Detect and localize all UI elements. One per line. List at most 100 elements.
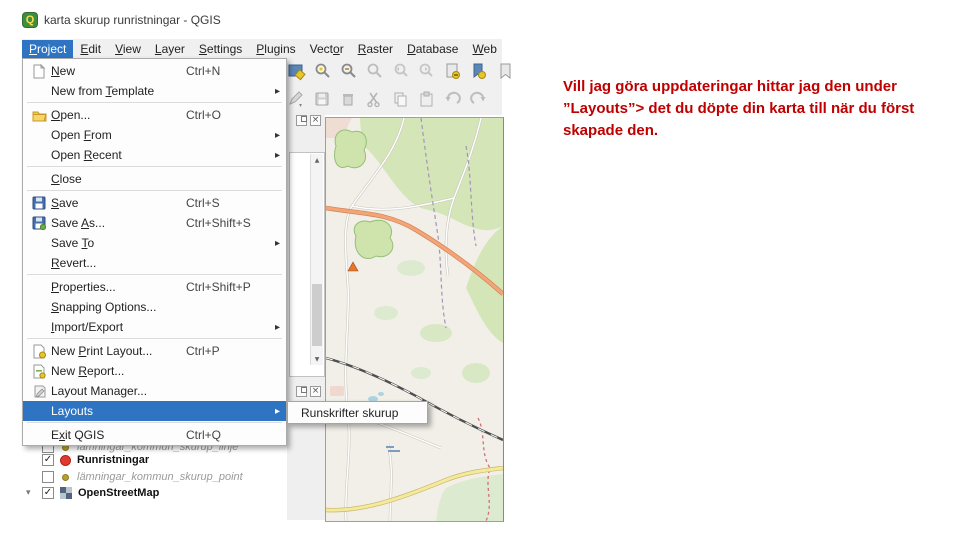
menubar-database[interactable]: Database bbox=[400, 40, 465, 58]
close-panel-icon[interactable]: × bbox=[310, 386, 321, 397]
save-icon bbox=[27, 195, 51, 211]
float-panel-icon[interactable] bbox=[296, 386, 307, 397]
vertex-tool-icon[interactable] bbox=[286, 89, 307, 110]
layer-label: Runristningar bbox=[77, 454, 150, 466]
menu-item-new-from-template[interactable]: New from Template ▸ bbox=[23, 81, 286, 101]
layout-manager-icon bbox=[27, 383, 51, 399]
menu-item-new-print-layout[interactable]: New Print Layout... Ctrl+P bbox=[23, 341, 286, 361]
cut-features-icon[interactable] bbox=[364, 89, 385, 110]
layer-checkbox[interactable]: ✓ bbox=[42, 454, 54, 466]
print-layout-icon bbox=[27, 343, 51, 359]
menu-item-save-to[interactable]: Save To ▸ bbox=[23, 233, 286, 253]
menubar-project[interactable]: Project bbox=[22, 39, 74, 58]
submenu-arrow-icon: ▸ bbox=[274, 85, 280, 97]
raster-layer-icon bbox=[60, 487, 72, 499]
layer-row-runristningar[interactable]: ✓ Runristningar bbox=[42, 454, 149, 466]
layer-row-lamningar-point[interactable]: lämningar_kommun_skurup_point bbox=[42, 471, 243, 483]
menu-item-properties[interactable]: Properties... Ctrl+Shift+P bbox=[23, 277, 286, 297]
delete-selected-icon[interactable] bbox=[338, 89, 359, 110]
menu-item-shortcut: Ctrl+S bbox=[186, 196, 220, 210]
zoom-native-icon[interactable] bbox=[364, 61, 385, 82]
browser-scrollbar[interactable]: ▲ ▼ bbox=[310, 154, 323, 365]
menu-item-open-from[interactable]: Open From ▸ bbox=[23, 125, 286, 145]
show-bookmarks-icon[interactable] bbox=[468, 61, 489, 82]
menubar-raster[interactable]: Raster bbox=[351, 40, 400, 58]
zoom-out-icon[interactable] bbox=[338, 61, 359, 82]
float-panel-icon[interactable] bbox=[296, 115, 307, 126]
new-bookmark-icon[interactable] bbox=[442, 61, 463, 82]
menu-item-new[interactable]: New Ctrl+N bbox=[23, 61, 286, 81]
menu-item-shortcut: Ctrl+Shift+S bbox=[186, 216, 251, 230]
menubar-plugins[interactable]: Plugins bbox=[249, 40, 302, 58]
zoom-last-icon[interactable] bbox=[390, 61, 411, 82]
browser-tree[interactable]: ▲ ▼ bbox=[289, 152, 325, 377]
menubar-edit[interactable]: Edit bbox=[73, 40, 108, 58]
scrollbar-thumb[interactable] bbox=[312, 284, 322, 346]
project-menu: New Ctrl+N New from Template ▸ Open... Ctrl… bbox=[22, 58, 287, 446]
menu-item-import-export[interactable]: Import/Export ▸ bbox=[23, 317, 286, 337]
menu-item-save[interactable]: Save Ctrl+S bbox=[23, 193, 286, 213]
layer-row-openstreetmap[interactable]: ▾ ✓ OpenStreetMap bbox=[26, 487, 159, 499]
zoom-in-icon[interactable] bbox=[312, 61, 333, 82]
menu-item-label: Open From bbox=[51, 128, 112, 142]
menu-item-layout-manager[interactable]: Layout Manager... bbox=[23, 381, 286, 401]
redo-icon[interactable] bbox=[468, 89, 489, 110]
menubar-layer[interactable]: Layer bbox=[148, 40, 192, 58]
open-folder-icon bbox=[27, 107, 51, 123]
menu-item-snapping-options[interactable]: Snapping Options... bbox=[23, 297, 286, 317]
zoom-next-icon[interactable] bbox=[416, 61, 437, 82]
menu-item-label: Open... bbox=[51, 108, 91, 122]
menu-item-exit-qgis[interactable]: Exit QGIS Ctrl+Q bbox=[23, 425, 286, 445]
menu-item-label: Exit QGIS bbox=[51, 428, 105, 442]
paste-features-icon[interactable] bbox=[416, 89, 437, 110]
menu-item-label: New Print Layout... bbox=[51, 344, 153, 358]
menu-item-new-report[interactable]: New Report... bbox=[23, 361, 286, 381]
menu-item-revert[interactable]: Revert... bbox=[23, 253, 286, 273]
menu-item-save-as[interactable]: Save As... Ctrl+Shift+S bbox=[23, 213, 286, 233]
menu-separator bbox=[27, 338, 282, 339]
menu-item-shortcut: Ctrl+Shift+P bbox=[186, 280, 251, 294]
menu-separator bbox=[27, 274, 282, 275]
layouts-submenu: Runskrifter skurup bbox=[287, 401, 428, 424]
save-as-icon bbox=[27, 215, 51, 231]
layer-swatch bbox=[62, 473, 69, 481]
menu-item-label: Layouts bbox=[51, 404, 94, 418]
scroll-down-icon[interactable]: ▼ bbox=[311, 353, 323, 365]
layer-checkbox[interactable] bbox=[42, 471, 54, 483]
menu-item-label: Properties... bbox=[51, 280, 116, 294]
menu-item-label: Layout Manager... bbox=[51, 384, 148, 398]
menu-item-open-recent[interactable]: Open Recent ▸ bbox=[23, 145, 286, 165]
menubar-vector[interactable]: Vector bbox=[303, 40, 351, 58]
report-icon bbox=[27, 363, 51, 379]
copy-features-icon[interactable] bbox=[390, 89, 411, 110]
save-edits-icon[interactable] bbox=[312, 89, 333, 110]
browser-panel-strip: × ▲ ▼ × bbox=[287, 112, 325, 520]
menu-item-close[interactable]: Close bbox=[23, 169, 286, 189]
titlebar: Q karta skurup runristningar - QGIS bbox=[22, 10, 221, 30]
layer-label: lämningar_kommun_skurup_point bbox=[77, 471, 243, 483]
scroll-up-icon[interactable]: ▲ bbox=[311, 154, 323, 166]
menu-item-label: New from Template bbox=[51, 84, 155, 98]
submenu-arrow-icon: ▸ bbox=[274, 149, 280, 161]
layer-checkbox[interactable]: ✓ bbox=[42, 487, 54, 499]
submenu-arrow-icon: ▸ bbox=[274, 321, 280, 333]
undo-icon[interactable] bbox=[442, 89, 463, 110]
menu-item-shortcut: Ctrl+Q bbox=[186, 428, 222, 442]
menu-separator bbox=[27, 166, 282, 167]
osm-basemap bbox=[325, 117, 505, 522]
submenu-item-runskrifter-skurup[interactable]: Runskrifter skurup bbox=[301, 406, 398, 420]
map-canvas[interactable] bbox=[325, 117, 505, 522]
layer-label: OpenStreetMap bbox=[78, 487, 160, 499]
bookmark-manager-icon[interactable] bbox=[494, 61, 515, 82]
menu-item-shortcut: Ctrl+P bbox=[186, 344, 220, 358]
new-file-icon bbox=[27, 63, 51, 79]
expander-icon[interactable]: ▾ bbox=[26, 488, 36, 498]
menu-item-open[interactable]: Open... Ctrl+O bbox=[23, 105, 286, 125]
pan-map-icon[interactable] bbox=[286, 61, 307, 82]
close-panel-icon[interactable]: × bbox=[310, 115, 321, 126]
menubar-view[interactable]: View bbox=[108, 40, 148, 58]
menubar-settings[interactable]: Settings bbox=[192, 40, 249, 58]
layers-panel-buttons: × bbox=[296, 386, 321, 397]
menu-item-layouts[interactable]: Layouts ▸ bbox=[23, 401, 286, 421]
menubar-web[interactable]: Web bbox=[465, 40, 502, 58]
